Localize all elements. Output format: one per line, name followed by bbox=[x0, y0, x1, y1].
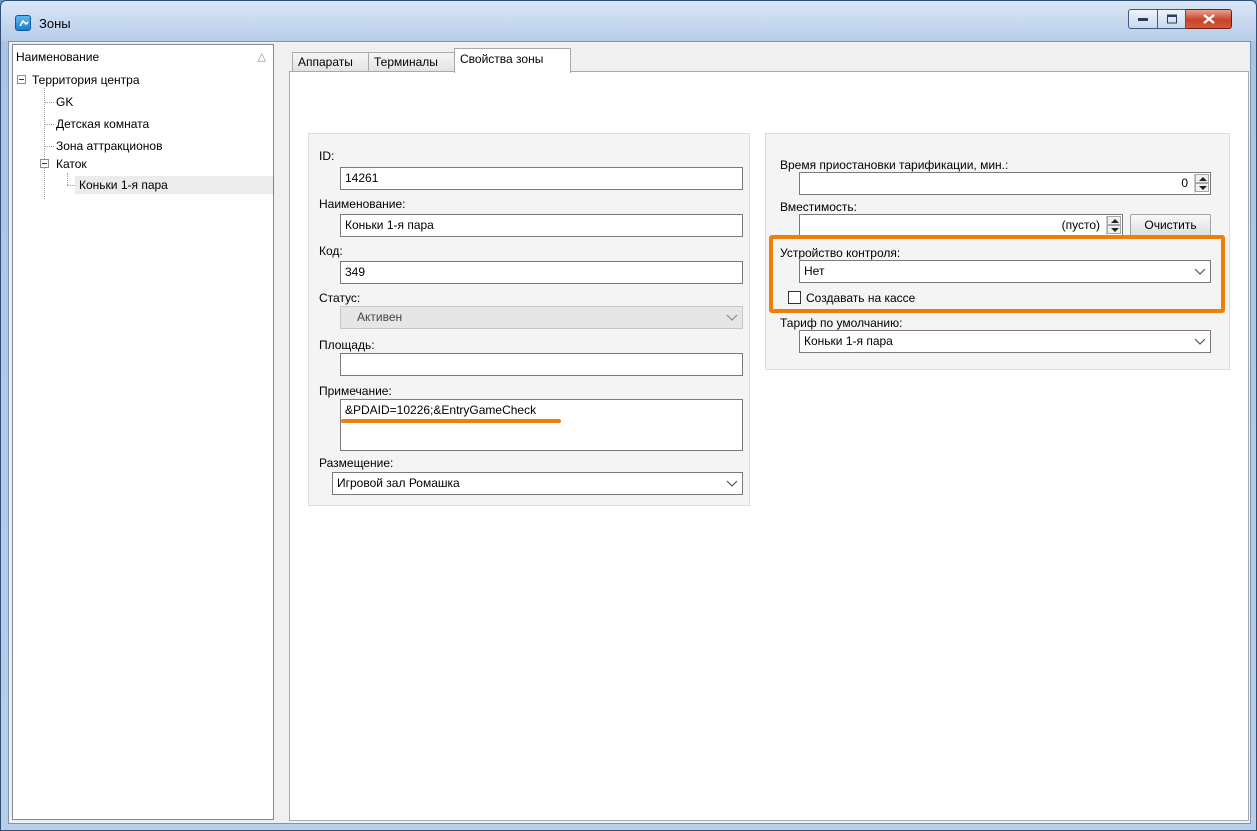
zones-window: Зоны Наименование △ Территория центра GK… bbox=[0, 0, 1257, 831]
area-label: Площадь: bbox=[319, 338, 375, 352]
zone-settings-group: Время приостановки тарификации, мин.: 0 … bbox=[765, 133, 1230, 370]
name-label: Наименование: bbox=[319, 197, 406, 211]
status-value: Активен bbox=[357, 310, 403, 324]
tree-node-gk[interactable]: GK bbox=[56, 93, 73, 111]
close-icon bbox=[1202, 14, 1215, 24]
close-button[interactable] bbox=[1186, 9, 1232, 29]
title-bar[interactable]: Зоны bbox=[1, 1, 1256, 41]
pause-spinbox[interactable]: 0 bbox=[799, 172, 1211, 195]
code-label: Код: bbox=[319, 244, 343, 258]
note-field[interactable]: &PDAID=10226;&EntryGameCheck bbox=[340, 399, 743, 451]
zones-tree[interactable]: Наименование △ Территория центра GK Детс… bbox=[12, 44, 274, 820]
collapse-icon[interactable] bbox=[17, 75, 26, 84]
name-field[interactable]: Коньки 1-я пара bbox=[340, 214, 743, 237]
default-tariff-label: Тариф по умолчанию: bbox=[780, 316, 903, 330]
minimize-button[interactable] bbox=[1128, 9, 1158, 29]
zone-main-group: ID: 14261 Наименование: Коньки 1-я пара … bbox=[308, 133, 750, 506]
placement-value: Игровой зал Ромашка bbox=[337, 476, 460, 490]
annotation-underline bbox=[341, 419, 561, 423]
capacity-spinner[interactable] bbox=[1106, 216, 1121, 235]
capacity-spinbox[interactable]: (пусто) bbox=[799, 214, 1123, 237]
placement-label: Размещение: bbox=[319, 456, 394, 470]
maximize-button[interactable] bbox=[1158, 9, 1186, 29]
id-field[interactable]: 14261 bbox=[340, 167, 743, 190]
clear-button[interactable]: Очистить bbox=[1130, 214, 1211, 237]
tab-terminals[interactable]: Терминалы bbox=[368, 52, 455, 73]
tree-node-skates[interactable]: Коньки 1-я пара bbox=[75, 176, 273, 194]
placement-select[interactable]: Игровой зал Ромашка bbox=[332, 472, 743, 495]
note-label: Примечание: bbox=[319, 384, 392, 398]
spin-down-icon[interactable] bbox=[1195, 183, 1209, 192]
tree-node-attractions[interactable]: Зона аттракционов bbox=[56, 137, 162, 155]
pause-spinner[interactable] bbox=[1194, 174, 1209, 193]
app-icon bbox=[15, 15, 31, 31]
tree-connector bbox=[44, 88, 45, 199]
code-field[interactable]: 349 bbox=[340, 261, 743, 284]
spin-down-icon[interactable] bbox=[1107, 225, 1121, 234]
tree-connector bbox=[44, 146, 54, 147]
zone-properties-page: ID: 14261 Наименование: Коньки 1-я пара … bbox=[289, 71, 1249, 821]
annotation-highlight-box bbox=[769, 235, 1225, 313]
status-select[interactable]: Активен bbox=[340, 306, 743, 329]
status-label: Статус: bbox=[319, 291, 361, 305]
default-tariff-select[interactable]: Коньки 1-я пара bbox=[799, 330, 1211, 353]
pause-value: 0 bbox=[1181, 176, 1188, 190]
chevron-down-icon bbox=[726, 314, 738, 321]
pause-label: Время приостановки тарификации, мин.: bbox=[780, 158, 1009, 172]
sort-arrow-icon: △ bbox=[257, 51, 266, 63]
tree-column-header[interactable]: Наименование △ bbox=[16, 50, 268, 66]
tree-connector bbox=[44, 124, 54, 125]
capacity-label: Вместимость: bbox=[780, 200, 857, 214]
chevron-down-icon bbox=[726, 480, 738, 487]
tree-connector bbox=[44, 102, 54, 103]
tree-node-center[interactable]: Территория центра bbox=[32, 71, 140, 89]
tree-connector bbox=[67, 173, 68, 185]
spin-up-icon[interactable] bbox=[1195, 174, 1209, 183]
tree-node-kids-room[interactable]: Детская комната bbox=[56, 115, 149, 133]
capacity-value: (пусто) bbox=[1061, 218, 1100, 232]
window-title: Зоны bbox=[39, 16, 71, 31]
spin-up-icon[interactable] bbox=[1107, 216, 1121, 225]
tree-header-label: Наименование bbox=[16, 50, 100, 64]
id-label: ID: bbox=[319, 149, 335, 163]
default-tariff-value: Коньки 1-я пара bbox=[804, 334, 893, 348]
area-field[interactable] bbox=[340, 353, 743, 376]
minimize-icon bbox=[1138, 18, 1148, 21]
client-area: Наименование △ Территория центра GK Детс… bbox=[8, 41, 1251, 824]
chevron-down-icon bbox=[1194, 338, 1206, 345]
tab-zone-properties[interactable]: Свойства зоны bbox=[454, 48, 571, 73]
tab-devices[interactable]: Аппараты bbox=[292, 52, 369, 73]
collapse-icon[interactable] bbox=[40, 159, 49, 168]
maximize-icon bbox=[1166, 14, 1177, 24]
tree-node-rink[interactable]: Каток bbox=[56, 155, 87, 173]
